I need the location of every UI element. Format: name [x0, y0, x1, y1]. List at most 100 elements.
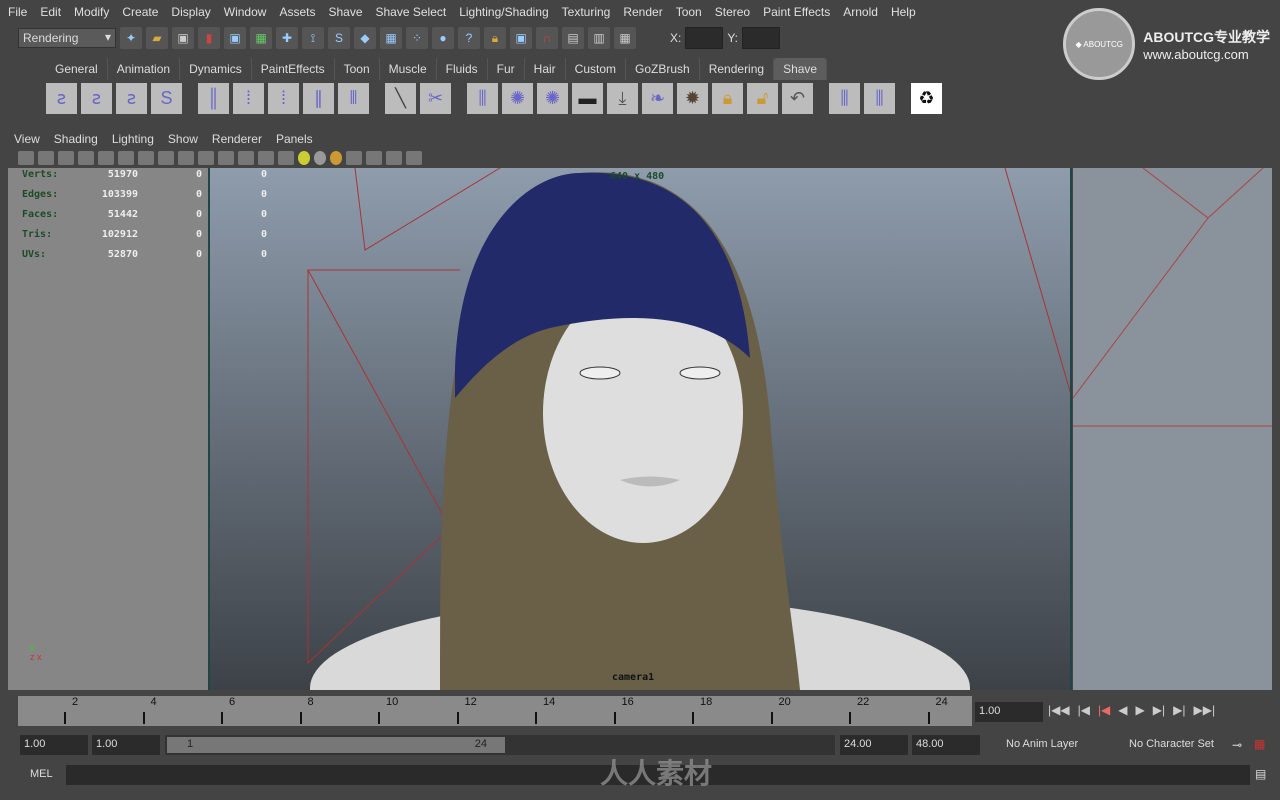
viewport-right-pane[interactable]	[1073, 168, 1272, 690]
menu-shave[interactable]: Shave	[328, 5, 362, 19]
comb-icon[interactable]: ╲	[385, 83, 416, 114]
scissors-icon[interactable]: ✂	[420, 83, 451, 114]
menu-edit[interactable]: Edit	[40, 5, 61, 19]
xray-icon[interactable]	[198, 151, 214, 165]
menu-window[interactable]: Window	[224, 5, 267, 19]
hair-strands-icon[interactable]: ⫼	[467, 83, 498, 114]
open-scene-icon[interactable]: ▰	[146, 27, 168, 49]
menu-assets[interactable]: Assets	[279, 5, 315, 19]
step-forward-key-icon[interactable]: ▶|	[1173, 703, 1185, 717]
tab-fur[interactable]: Fur	[488, 58, 525, 80]
camera-icon[interactable]	[18, 151, 34, 165]
save-scene-icon[interactable]: ▣	[172, 27, 194, 49]
tab-toon[interactable]: Toon	[335, 58, 380, 80]
panel-menu-renderer[interactable]: Renderer	[212, 132, 262, 146]
menu-create[interactable]: Create	[122, 5, 158, 19]
character-set-dropdown[interactable]: No Character Set	[1125, 735, 1225, 755]
new-scene-icon[interactable]: ✦	[120, 27, 142, 49]
curve-icon[interactable]: ꙅ	[116, 83, 147, 114]
menu-modify[interactable]: Modify	[74, 5, 109, 19]
download-icon[interactable]: ⤓	[607, 83, 638, 114]
tab-muscle[interactable]: Muscle	[380, 58, 437, 80]
menu-lighting-shading[interactable]: Lighting/Shading	[459, 5, 548, 19]
panel-menu-show[interactable]: Show	[168, 132, 198, 146]
menu-stereo[interactable]: Stereo	[715, 5, 750, 19]
menu-display[interactable]: Display	[171, 5, 210, 19]
ipr-icon[interactable]: ▥	[588, 27, 610, 49]
material-sphere-icon[interactable]	[330, 151, 342, 165]
snap-grid-icon[interactable]: ✚	[276, 27, 298, 49]
tab-hair[interactable]: Hair	[525, 58, 566, 80]
anim-end-field[interactable]: 48.00	[912, 735, 980, 755]
magnet-icon[interactable]: ∩	[536, 27, 558, 49]
menu-texturing[interactable]: Texturing	[562, 5, 611, 19]
time-slider[interactable]: 2 4 6 8 10 12 14 16 18 20 22 24	[18, 696, 972, 726]
snap-point-icon[interactable]: S	[328, 27, 350, 49]
curve-icon[interactable]: S	[151, 83, 182, 114]
lock-icon[interactable]: 🔒︎	[712, 83, 743, 114]
bookmark-icon[interactable]	[58, 151, 74, 165]
anim-start-field[interactable]: 1.00	[92, 735, 160, 755]
snap-plane-icon[interactable]: ◆	[354, 27, 376, 49]
step-back-key-icon[interactable]: |◀	[1078, 703, 1090, 717]
key-icon[interactable]: ⊸	[1232, 738, 1242, 752]
range-slider-track[interactable]: 1 24	[165, 735, 835, 755]
range-slider-handle[interactable]: 1 24	[167, 737, 505, 753]
layout-icon[interactable]	[386, 151, 402, 165]
hair-merge-icon[interactable]: ⁞	[268, 83, 299, 114]
feather-icon[interactable]: ❧	[642, 83, 673, 114]
prefs-icon[interactable]: ▦	[1254, 737, 1265, 751]
lights-icon[interactable]	[178, 151, 194, 165]
shadow-sphere-icon[interactable]	[314, 151, 326, 165]
image-plane-icon[interactable]	[78, 151, 94, 165]
particles-icon[interactable]: ⁘	[406, 27, 428, 49]
go-to-end-icon[interactable]: ▶▶|	[1193, 703, 1215, 717]
select-hierarchy-icon[interactable]: ▮	[198, 27, 220, 49]
go-to-start-icon[interactable]: |◀◀	[1048, 703, 1070, 717]
text-icon[interactable]	[218, 151, 234, 165]
panel-menu-shading[interactable]: Shading	[54, 132, 98, 146]
smooth-shade-icon[interactable]	[138, 151, 154, 165]
curve-icon[interactable]: ꙅ	[81, 83, 112, 114]
anim-layer-dropdown[interactable]: No Anim Layer	[1002, 735, 1102, 755]
x-field[interactable]	[685, 27, 724, 49]
menu-render[interactable]: Render	[623, 5, 662, 19]
panel-menu-view[interactable]: View	[14, 132, 40, 146]
perspective-viewport[interactable]: 640 x 480 camera1	[208, 168, 1072, 690]
view-cube-icon[interactable]	[366, 151, 382, 165]
tab-custom[interactable]: Custom	[566, 58, 627, 80]
menu-arnold[interactable]: Arnold	[843, 5, 878, 19]
render-settings-icon[interactable]: ▦	[614, 27, 636, 49]
panel-menu-lighting[interactable]: Lighting	[112, 132, 154, 146]
wireframe-icon[interactable]	[118, 151, 134, 165]
tab-fluids[interactable]: Fluids	[437, 58, 488, 80]
tab-dynamics[interactable]: Dynamics	[180, 58, 252, 80]
hair-brush-icon[interactable]: ⫼	[829, 83, 860, 114]
checker-icon[interactable]	[278, 151, 294, 165]
step-forward-frame-icon[interactable]: ▶|	[1153, 703, 1165, 717]
lock-icon[interactable]: 🔒︎	[484, 27, 506, 49]
recycle-icon[interactable]: ♻	[911, 83, 942, 114]
cube-icon[interactable]	[238, 151, 254, 165]
hair-brush-icon[interactable]: ⫼	[864, 83, 895, 114]
snap-curve-icon[interactable]: ⟟	[302, 27, 324, 49]
textured-icon[interactable]	[158, 151, 174, 165]
tab-rendering[interactable]: Rendering	[700, 58, 775, 80]
isolate-icon[interactable]	[346, 151, 362, 165]
brush-icon[interactable]: ▬	[572, 83, 603, 114]
menu-paint-effects[interactable]: Paint Effects	[763, 5, 830, 19]
fur-ball-icon[interactable]: ✹	[677, 83, 708, 114]
hair-guide-icon[interactable]: ║	[198, 83, 229, 114]
end-time-field[interactable]: 24.00	[840, 735, 908, 755]
menu-help[interactable]: Help	[891, 5, 916, 19]
dynamics-icon[interactable]: ✺	[502, 83, 533, 114]
menu-toon[interactable]: Toon	[676, 5, 702, 19]
hair-split-icon[interactable]: ⁞	[233, 83, 264, 114]
mode-dropdown[interactable]: Rendering	[18, 28, 116, 48]
mel-label[interactable]: MEL	[30, 768, 53, 780]
script-editor-icon[interactable]: ▤	[1255, 767, 1266, 781]
cube-icon[interactable]	[258, 151, 274, 165]
hair-eye-icon[interactable]: ⦀	[338, 83, 369, 114]
hair-scalp-icon[interactable]: ∥	[303, 83, 334, 114]
menu-shave-select[interactable]: Shave Select	[376, 5, 447, 19]
